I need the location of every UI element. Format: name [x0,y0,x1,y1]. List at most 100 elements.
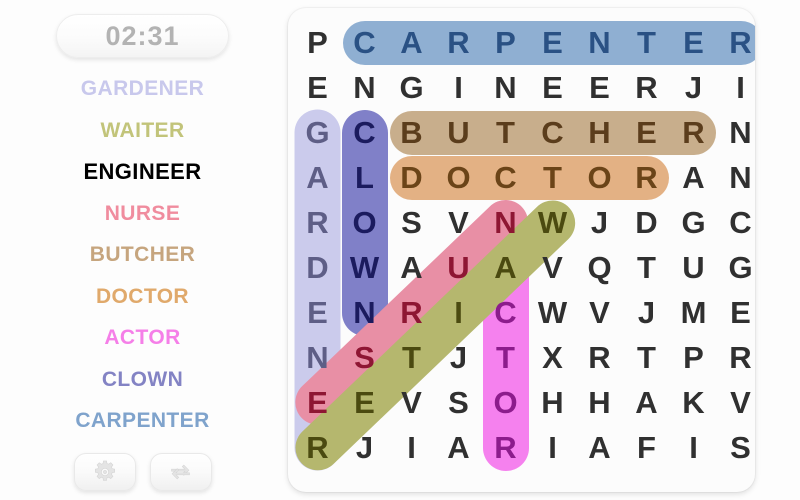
grid-cell[interactable]: C [482,155,529,200]
grid-cell[interactable]: A [294,155,341,200]
grid-cell[interactable]: N [576,20,623,65]
grid-cell[interactable]: I [529,425,576,470]
grid-cell[interactable]: N [294,335,341,380]
grid-cell[interactable]: E [294,380,341,425]
grid-cell[interactable]: M [670,290,717,335]
grid-cell[interactable]: C [482,290,529,335]
grid-cell[interactable]: I [670,425,717,470]
grid-cell[interactable]: T [388,335,435,380]
grid-cell[interactable]: K [670,380,717,425]
grid-cell[interactable]: J [341,425,388,470]
grid-cell[interactable]: R [294,425,341,470]
grid-cell[interactable]: R [482,425,529,470]
grid-cell[interactable]: W [529,290,576,335]
settings-button[interactable] [73,453,136,491]
grid-cell[interactable]: R [623,155,670,200]
grid-cell[interactable]: R [717,335,755,380]
grid-cell[interactable]: E [623,110,670,155]
grid-cell[interactable]: V [717,380,755,425]
grid-cell[interactable]: A [435,425,482,470]
grid-cell[interactable]: T [623,335,670,380]
grid-cell[interactable]: I [435,65,482,110]
grid-cell[interactable]: G [294,110,341,155]
grid-cell[interactable]: X [529,335,576,380]
word-list-item[interactable]: NURSE [105,193,181,235]
grid-cell[interactable]: L [341,155,388,200]
grid-cell[interactable]: V [435,200,482,245]
grid-cell[interactable]: U [435,110,482,155]
grid-cell[interactable]: J [623,290,670,335]
grid-cell[interactable]: J [670,65,717,110]
grid-cell[interactable]: O [341,200,388,245]
grid-cell[interactable]: H [576,110,623,155]
grid-cell[interactable]: N [341,65,388,110]
grid-cell[interactable]: B [388,110,435,155]
grid-cell[interactable]: N [341,290,388,335]
grid-cell[interactable]: P [482,20,529,65]
grid-cell[interactable]: G [670,200,717,245]
grid-cell[interactable]: C [529,110,576,155]
grid-cell[interactable]: A [623,380,670,425]
grid-cell[interactable]: E [294,290,341,335]
grid-cell[interactable]: T [623,245,670,290]
grid-cell[interactable]: R [435,20,482,65]
grid-cell[interactable]: E [670,20,717,65]
grid-cell[interactable]: O [482,380,529,425]
grid-cell[interactable]: A [388,20,435,65]
grid-cell[interactable]: T [482,335,529,380]
grid-cell[interactable]: W [529,200,576,245]
grid-cell[interactable]: R [294,200,341,245]
grid-cell[interactable]: R [388,290,435,335]
grid-cell[interactable]: A [482,245,529,290]
word-list-item[interactable]: DOCTOR [96,276,189,318]
grid-cell[interactable]: D [623,200,670,245]
grid-cell[interactable]: I [388,425,435,470]
grid-cell[interactable]: P [294,20,341,65]
grid-cell[interactable]: T [623,20,670,65]
grid-cell[interactable]: E [576,65,623,110]
grid-cell[interactable]: Q [576,245,623,290]
grid-cell[interactable]: R [670,110,717,155]
grid-cell[interactable]: O [435,155,482,200]
grid-cell[interactable]: I [717,65,755,110]
grid-cell[interactable]: C [341,110,388,155]
grid-cell[interactable]: U [435,245,482,290]
word-search-board[interactable]: PCARPENTERENGINEERJIGCBUTCHERNALDOCTORAN… [288,8,755,492]
grid-cell[interactable]: A [670,155,717,200]
grid-cell[interactable]: V [529,245,576,290]
grid-cell[interactable]: N [482,65,529,110]
grid-cell[interactable]: S [341,335,388,380]
grid-cell[interactable]: S [388,200,435,245]
grid-cell[interactable]: R [623,65,670,110]
word-list-item[interactable]: CARPENTER [75,400,209,442]
grid-cell[interactable]: D [388,155,435,200]
word-list-item[interactable]: ENGINEER [83,151,201,193]
grid-cell[interactable]: N [717,110,755,155]
grid-cell[interactable]: H [576,380,623,425]
grid-cell[interactable]: J [576,200,623,245]
grid-cell[interactable]: V [576,290,623,335]
grid-cell[interactable]: E [529,65,576,110]
grid-cell[interactable]: A [388,245,435,290]
word-list-item[interactable]: BUTCHER [90,234,195,276]
grid-cell[interactable]: S [717,425,755,470]
grid-cell[interactable]: I [435,290,482,335]
grid-cell[interactable]: C [717,200,755,245]
grid-cell[interactable]: E [717,290,755,335]
grid-cell[interactable]: C [341,20,388,65]
grid-cell[interactable]: O [576,155,623,200]
grid-cell[interactable]: R [576,335,623,380]
grid-cell[interactable]: H [529,380,576,425]
grid-cell[interactable]: J [435,335,482,380]
grid-cell[interactable]: E [529,20,576,65]
grid-cell[interactable]: P [670,335,717,380]
grid-cell[interactable]: E [341,380,388,425]
grid-cell[interactable]: A [576,425,623,470]
word-list-item[interactable]: ACTOR [104,317,180,359]
grid-cell[interactable]: T [529,155,576,200]
shuffle-button[interactable] [149,453,212,491]
grid-cell[interactable]: W [341,245,388,290]
word-list-item[interactable]: CLOWN [102,359,183,401]
grid-cell[interactable]: T [482,110,529,155]
grid-cell[interactable]: V [388,380,435,425]
